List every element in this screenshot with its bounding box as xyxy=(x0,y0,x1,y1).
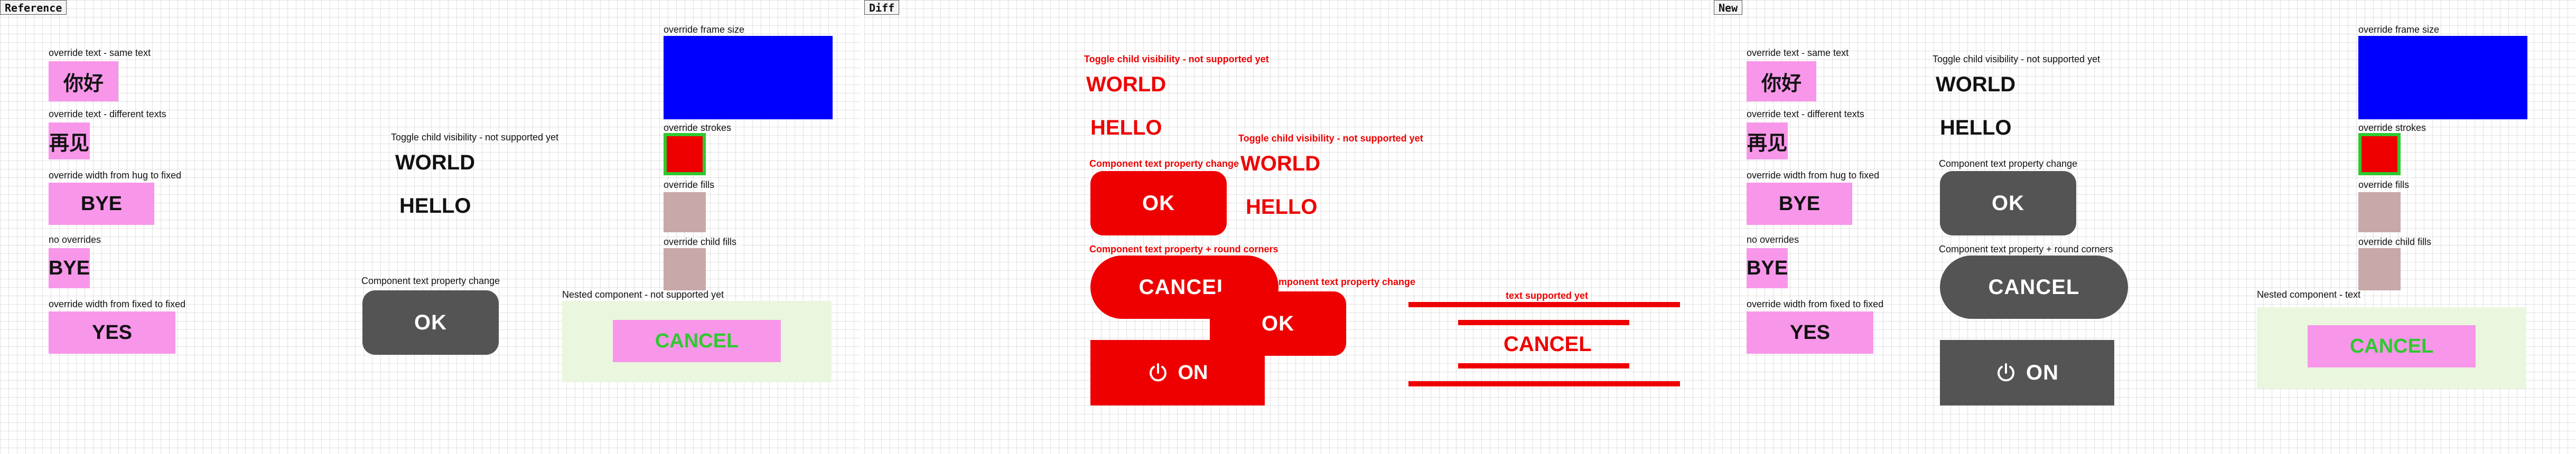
new-label-width-hug: override width from hug to fixed xyxy=(1747,170,1880,181)
label-no-overrides: no overrides xyxy=(49,234,101,245)
label-toggle-child: Toggle child visibility - not supported … xyxy=(391,132,559,143)
diff-label-round-corners: Component text property + round corners xyxy=(1089,244,1278,254)
diff-canvas: Toggle child visibility - not supported … xyxy=(864,0,1711,454)
new-on-label: ON xyxy=(2026,361,2059,384)
new-word-hello: HELLO xyxy=(1940,116,2012,139)
diff-bar-3 xyxy=(1458,363,1629,368)
new-label-round-corners: Component text property + round corners xyxy=(1939,244,2113,254)
diff-label-component-change-ref: Component text property change xyxy=(1266,277,1416,287)
power-icon xyxy=(1998,363,2014,382)
new-label-child-fills: override child fills xyxy=(2358,237,2432,247)
new-child-fills-rect xyxy=(2358,248,2401,290)
new-panel: New override text - same text 你好 overrid… xyxy=(1714,0,2576,454)
new-on-button[interactable]: ON xyxy=(1940,340,2114,405)
new-canvas: override text - same text 你好 override te… xyxy=(1714,0,2576,454)
diff-world-new: WORLD xyxy=(1086,73,1166,96)
new-label-no-overrides: no overrides xyxy=(1747,234,1799,245)
different-text-box[interactable]: 再见 xyxy=(49,122,90,159)
nested-cancel-button[interactable]: CANCEL xyxy=(613,320,781,362)
ok-button[interactable]: OK xyxy=(362,290,499,355)
new-label-component-change: Component text property change xyxy=(1939,158,2078,169)
new-fills-rect xyxy=(2358,192,2401,232)
same-text-box[interactable]: 你好 xyxy=(49,61,118,101)
label-frame-size: override frame size xyxy=(664,24,745,35)
diff-bar-2 xyxy=(1458,320,1629,325)
new-label-different-texts: override text - different texts xyxy=(1747,109,1864,119)
width-fixed-box[interactable]: YES xyxy=(49,311,175,354)
new-no-overrides-box[interactable]: BYE xyxy=(1747,248,1788,288)
new-label-toggle-child: Toggle child visibility - not supported … xyxy=(1933,54,2101,64)
diff-label-toggle-new: Toggle child visibility - not supported … xyxy=(1084,54,1269,64)
diff-label-component-change-new: Component text property change xyxy=(1089,158,1239,169)
fills-rect xyxy=(664,192,706,232)
new-nested-cancel-button[interactable]: CANCEL xyxy=(2308,325,2476,367)
diff-label-nested: text supported yet xyxy=(1506,290,1589,301)
label-fills: override fills xyxy=(664,179,715,190)
new-frame-size-rect xyxy=(2358,36,2527,119)
reference-canvas: override text - same text 你好 override te… xyxy=(0,0,861,454)
label-same-text: override text - same text xyxy=(49,48,151,58)
new-width-fixed-box[interactable]: YES xyxy=(1747,311,1873,354)
diff-label-toggle-ref: Toggle child visibility - not supported … xyxy=(1238,133,1423,144)
new-different-text-box[interactable]: 再见 xyxy=(1747,122,1788,159)
reference-panel: Reference override text - same text 你好 o… xyxy=(0,0,861,454)
new-label-fills: override fills xyxy=(2358,179,2410,190)
label-nested: Nested component - not supported yet xyxy=(562,289,724,300)
diff-world-ref: WORLD xyxy=(1240,152,1321,175)
new-strokes-rect xyxy=(2358,133,2401,175)
new-label-frame-size: override frame size xyxy=(2358,24,2440,35)
power-icon xyxy=(1149,363,1166,382)
word-hello: HELLO xyxy=(399,194,471,217)
label-component-text-change: Component text property change xyxy=(361,276,500,286)
diff-bar-1 xyxy=(1408,302,1680,307)
label-different-texts: override text - different texts xyxy=(49,109,166,119)
diff-ok-new: OK xyxy=(1090,171,1227,235)
new-label-same-text: override text - same text xyxy=(1747,48,1849,58)
label-width-hug: override width from hug to fixed xyxy=(49,170,182,181)
diff-panel: Diff Toggle child visibility - not suppo… xyxy=(864,0,1711,454)
new-label-nested: Nested component - text xyxy=(2257,289,2361,300)
frame-size-rect xyxy=(664,36,833,119)
no-overrides-box[interactable]: BYE xyxy=(49,248,90,288)
new-width-hug-box[interactable]: BYE xyxy=(1747,183,1852,225)
width-hug-box[interactable]: BYE xyxy=(49,183,154,225)
new-label-width-fixed: override width from fixed to fixed xyxy=(1747,299,1884,309)
label-strokes: override strokes xyxy=(664,122,732,133)
new-cancel-button[interactable]: CANCEL xyxy=(1940,256,2128,319)
diff-cancel-text: CANCEL xyxy=(1504,333,1592,356)
diff-on-button: ON xyxy=(1090,340,1265,405)
diff-hello-new: HELLO xyxy=(1090,116,1162,139)
word-world: WORLD xyxy=(395,151,475,174)
diff-hello-ref: HELLO xyxy=(1246,195,1318,219)
diff-bar-4 xyxy=(1408,381,1680,386)
new-same-text-box[interactable]: 你好 xyxy=(1747,61,1816,101)
child-fills-rect xyxy=(664,248,706,290)
strokes-rect xyxy=(664,133,706,175)
new-label-strokes: override strokes xyxy=(2358,122,2426,133)
diff-on-label: ON xyxy=(1178,361,1208,384)
new-word-world: WORLD xyxy=(1936,73,2016,96)
new-ok-button[interactable]: OK xyxy=(1940,171,2076,235)
label-child-fills: override child fills xyxy=(664,237,737,247)
label-width-fixed: override width from fixed to fixed xyxy=(49,299,186,309)
